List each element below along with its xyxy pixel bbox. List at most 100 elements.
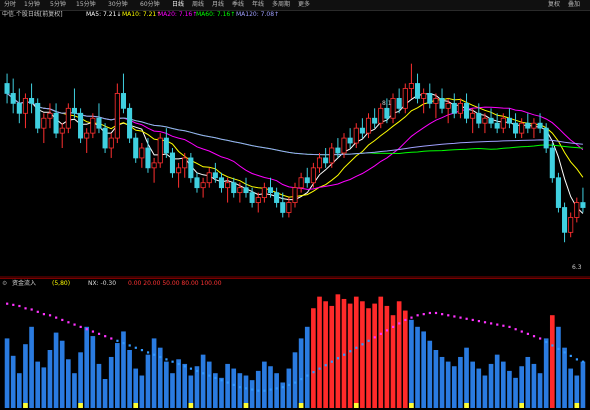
candle-body — [120, 93, 127, 109]
candle-body — [451, 102, 457, 114]
flow-bar — [439, 356, 445, 408]
flow-bar — [237, 373, 243, 408]
candle-body — [212, 172, 218, 179]
flow-line-point — [300, 378, 303, 381]
flow-bar — [433, 350, 439, 408]
flow-line-point — [306, 374, 309, 377]
candle-body — [329, 147, 335, 164]
flow-bar — [274, 373, 279, 408]
candle-body — [562, 207, 568, 233]
candle-body — [513, 122, 519, 134]
flow-bar — [255, 370, 261, 408]
candle-body — [402, 88, 408, 109]
flow-line-point — [410, 316, 413, 319]
flow-bar — [206, 361, 212, 408]
candle-body — [145, 147, 151, 169]
flow-line-point — [244, 387, 248, 390]
flow-bar — [409, 319, 414, 408]
flow-line-point — [61, 318, 64, 322]
flow-marker — [243, 403, 249, 408]
candle-body — [139, 147, 145, 159]
candle-body — [353, 127, 359, 144]
candle-body — [286, 202, 292, 213]
candle-body — [494, 122, 500, 129]
candle-body — [10, 93, 16, 104]
candle-body — [96, 117, 102, 129]
flow-marker — [464, 403, 469, 408]
flow-bar — [102, 379, 108, 408]
flow-line-point — [232, 383, 235, 386]
flow-bar — [568, 368, 574, 408]
candle-body — [4, 83, 10, 94]
flow-line-point — [330, 360, 333, 363]
flow-marker — [78, 403, 83, 408]
flow-line-point — [496, 323, 499, 326]
gear-icon[interactable]: ⚙ — [2, 280, 7, 288]
candle-body — [470, 112, 476, 119]
flow-bar — [347, 303, 353, 408]
flow-bar — [200, 354, 206, 408]
flow-line-point — [336, 357, 340, 360]
flow-bar — [341, 298, 347, 408]
flow-line-point — [367, 339, 370, 342]
flow-line-point — [42, 313, 46, 316]
candle-body — [53, 112, 59, 134]
flow-line-point — [12, 303, 15, 306]
candle-body — [237, 187, 243, 194]
flow-line-point — [55, 316, 58, 319]
flow-bar — [4, 338, 10, 408]
flow-line-point — [263, 389, 266, 392]
flow-bar — [323, 301, 328, 408]
flow-bar — [396, 301, 402, 408]
candle-body — [506, 117, 512, 124]
flow-marker — [23, 403, 28, 408]
candle-body — [537, 122, 543, 129]
flow-bar — [378, 296, 384, 408]
flow-marker — [353, 403, 359, 408]
kline-chart[interactable] — [0, 0, 590, 410]
flow-bar — [23, 344, 28, 408]
flow-line-point — [116, 339, 119, 342]
candle-body — [365, 117, 372, 134]
candle-body — [59, 127, 65, 134]
candle-body — [108, 137, 114, 149]
flow-bar — [531, 363, 537, 408]
flow-line-point — [398, 322, 401, 325]
candle-body — [433, 98, 439, 104]
flow-line-point — [104, 335, 107, 338]
flow-bar — [262, 361, 267, 408]
flow-line-point — [110, 337, 113, 340]
candle-body — [531, 122, 537, 129]
candle-body — [396, 98, 402, 109]
flow-line-point — [581, 360, 585, 363]
sub-indicator-title[interactable]: 资金流入 — [12, 280, 36, 288]
flow-bar — [59, 340, 65, 408]
flow-line-point — [422, 313, 425, 316]
candle-body — [580, 202, 586, 208]
flow-line-point — [208, 374, 211, 377]
flow-bar — [507, 370, 512, 408]
candle-body — [555, 177, 561, 208]
flow-line-point — [471, 318, 474, 322]
flow-line-point — [73, 323, 76, 326]
flow-line-point — [275, 387, 278, 390]
flow-bar — [317, 296, 322, 408]
candle-body — [476, 112, 482, 124]
candle-body — [47, 112, 53, 119]
nx-label: NX: -0.30 — [88, 280, 117, 287]
flow-marker — [298, 403, 304, 408]
flow-line-point — [385, 329, 389, 332]
flow-line-point — [502, 324, 505, 327]
flow-bar — [427, 340, 433, 408]
candle-body — [457, 102, 463, 114]
flow-bar — [458, 356, 463, 408]
flow-line-point — [355, 346, 358, 349]
candle-body — [267, 187, 274, 194]
flow-line-point — [220, 379, 223, 382]
flow-line-point — [465, 317, 468, 320]
candle-body — [29, 98, 35, 104]
flow-bar — [353, 296, 359, 408]
candle-body — [274, 192, 280, 203]
candle-body — [84, 132, 90, 139]
flow-bar — [476, 368, 482, 408]
